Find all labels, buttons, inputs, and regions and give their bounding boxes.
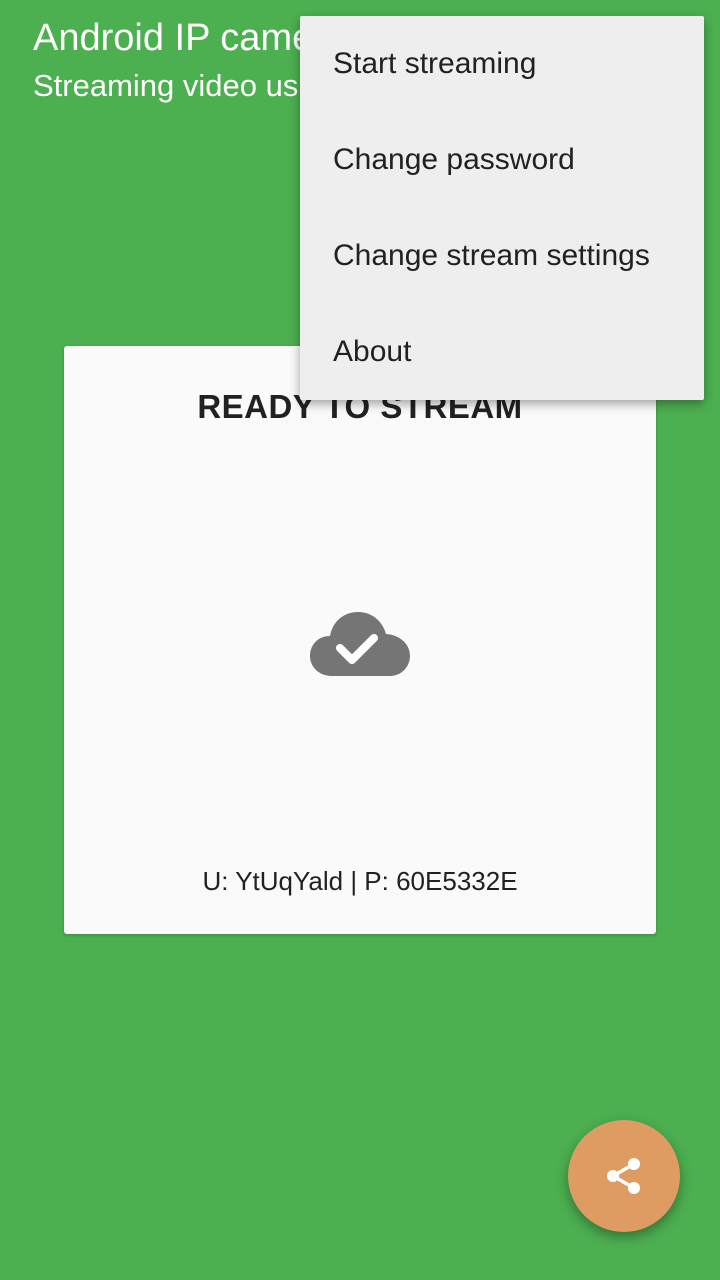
share-button[interactable] [568, 1120, 680, 1232]
menu-item-change-password[interactable]: Change password [300, 112, 704, 208]
menu-item-start-streaming[interactable]: Start streaming [300, 16, 704, 112]
credentials-text: U: YtUqYald | P: 60E5332E [202, 866, 518, 896]
main-screen: Android IP camera Streaming video using … [0, 0, 720, 1280]
menu-item-change-stream-settings[interactable]: Change stream settings [300, 208, 704, 304]
menu-item-about[interactable]: About [300, 304, 704, 400]
stream-status-card: READY TO STREAM U: YtUqYald | P: 60E5332… [64, 346, 656, 934]
share-icon [607, 1158, 640, 1194]
overflow-menu: Start streaming Change password Change s… [300, 16, 704, 400]
cloud-check-icon [310, 608, 410, 680]
